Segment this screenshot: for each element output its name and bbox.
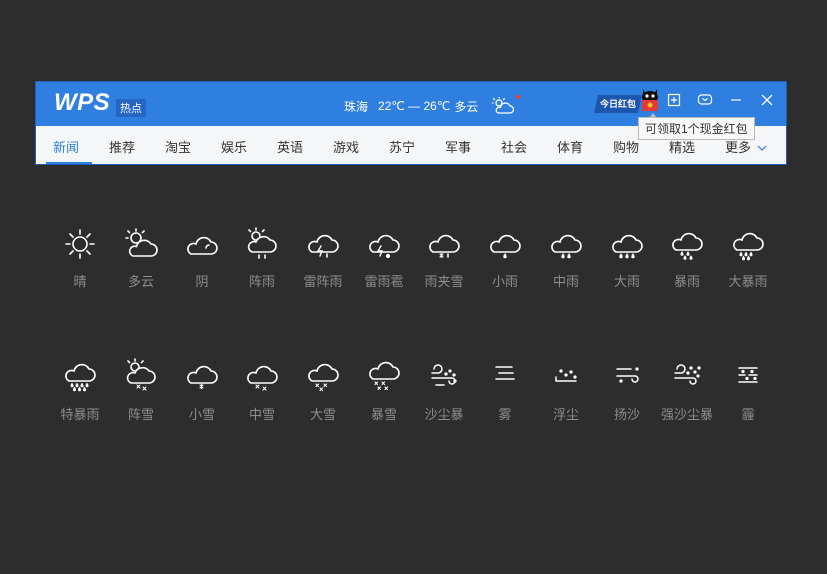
weather-extreme-rainstorm: 特暴雨 [50, 357, 110, 423]
wps-hotspot-window: WPS 热点 珠海 22℃ — 26℃ 多云 今日红包 可领取1个现金红包 新闻… [36, 82, 786, 164]
weather-severe-sandstorm: 强沙尘暴 [657, 357, 717, 423]
wps-logo: WPS [54, 89, 111, 116]
moderate-rain-icon [551, 234, 582, 259]
nav-item-shopping[interactable]: 购物 [613, 137, 639, 156]
weather-sandstorm: 沙尘暴 [414, 357, 474, 423]
active-tab-underline [46, 162, 92, 164]
notification-dot [516, 95, 521, 99]
weather-sleet: 雨夹雪 [414, 226, 474, 290]
weather-heavy-rain: 大雨 [597, 226, 657, 290]
thunder-hail-icon [369, 234, 400, 259]
heavy-snow-icon [308, 363, 339, 392]
chevron-down-icon [757, 145, 767, 151]
haze-icon [738, 367, 758, 383]
weather-overcast: 阴 [172, 226, 232, 290]
sun-icon [65, 229, 95, 259]
sleet-icon [429, 234, 460, 259]
light-rain-icon [490, 234, 521, 259]
blizzard-icon [369, 361, 400, 391]
weather-floating-dust: 浮尘 [536, 357, 596, 423]
moderate-snow-icon [247, 365, 278, 391]
weather-rainstorm: 暴雨 [657, 226, 717, 290]
nav-item-taobao[interactable]: 淘宝 [165, 137, 191, 156]
red-packet-banner[interactable]: 今日红包 [594, 95, 642, 113]
red-packet-tooltip: 可领取1个现金红包 [638, 113, 755, 140]
shower-icon [247, 227, 277, 259]
thunder-shower-icon [308, 234, 339, 258]
blowing-sand-icon [616, 367, 639, 383]
hotspot-tag: 热点 [116, 99, 146, 117]
weather-summary[interactable]: 珠海 22℃ — 26℃ 多云 [344, 95, 521, 115]
weather-light-rain: 小雨 [475, 226, 535, 290]
rainstorm-icon [672, 232, 703, 260]
weather-light-snow: 小雪 [172, 357, 232, 423]
weather-condition: 多云 [454, 99, 479, 114]
nav-item-games[interactable]: 游戏 [333, 137, 359, 156]
weather-moderate-snow: 中雪 [232, 357, 292, 423]
red-packet-mascot-icon[interactable] [639, 86, 661, 112]
weather-moderate-rain: 中雨 [536, 226, 596, 290]
weather-haze: 霾 [718, 357, 778, 423]
sandstorm-icon [431, 364, 457, 386]
extreme-rainstorm-icon [65, 363, 96, 392]
weather-shower: 阵雨 [232, 226, 292, 290]
weather-blizzard: 暴雪 [354, 357, 414, 423]
weather-heavy-snow: 大雪 [293, 357, 353, 423]
weather-city: 珠海 [344, 99, 369, 114]
weather-thunder-hail: 雷雨雹 [354, 226, 414, 290]
weather-temp: 22℃ — 26℃ [378, 99, 451, 113]
nav-item-society[interactable]: 社会 [501, 137, 527, 156]
weather-fog: 雾 [475, 357, 535, 423]
nav-item-suning[interactable]: 苏宁 [389, 137, 415, 156]
weather-blowing-sand: 扬沙 [597, 357, 657, 423]
nav-item-military[interactable]: 军事 [445, 137, 471, 156]
close-button[interactable] [756, 89, 778, 111]
dropdown-menu-button[interactable] [694, 89, 716, 111]
nav-item-recommend[interactable]: 推荐 [109, 137, 135, 156]
weather-snow-shower: 阵雪 [111, 357, 171, 423]
nav-item-news[interactable]: 新闻 [53, 137, 79, 156]
weather-heavy-rainstorm: 大暴雨 [718, 226, 778, 290]
new-window-button[interactable] [663, 89, 685, 111]
partly-cloudy-icon [125, 228, 158, 257]
weather-partly-cloudy: 多云 [111, 226, 171, 290]
partly-cloudy-icon [491, 95, 521, 115]
snow-shower-icon [126, 358, 156, 391]
weather-sunny: 晴 [50, 226, 110, 290]
cloud-icon [187, 236, 218, 255]
weather-thunder-shower: 雷阵雨 [293, 226, 353, 290]
light-snow-icon [187, 365, 218, 390]
severe-sandstorm-icon [674, 364, 701, 385]
floating-dust-icon [555, 369, 577, 382]
heavy-rainstorm-icon [733, 232, 764, 261]
fog-icon [495, 366, 515, 380]
nav-item-sports[interactable]: 体育 [557, 137, 583, 156]
nav-item-entertainment[interactable]: 娱乐 [221, 137, 247, 156]
nav-item-english[interactable]: 英语 [277, 137, 303, 156]
minimize-button[interactable] [725, 89, 747, 111]
heavy-rain-icon [612, 234, 643, 259]
